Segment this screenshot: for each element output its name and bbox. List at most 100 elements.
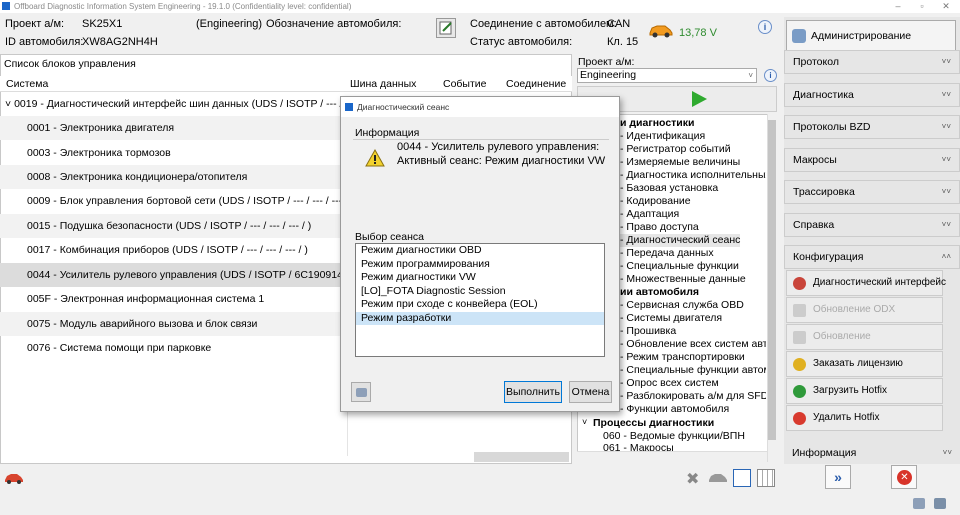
dialog-title: Диагностический сеанс [357, 102, 450, 112]
table-row[interactable]: 0001 - Электроника двигателя [0, 116, 347, 140]
session-option[interactable]: [LO]_FOTA Diagnostic Session [356, 285, 604, 299]
connection-label: Соединение с автомобилем: [470, 18, 617, 30]
odx-update-button[interactable]: Обновление ODX [786, 297, 943, 323]
tree-item[interactable]: - Базовая установка [620, 182, 718, 195]
section-info[interactable]: Информация ˅˅ [784, 442, 960, 466]
load-hotfix-button[interactable]: Загрузить Hotfix [786, 378, 943, 404]
expand-icon[interactable]: ˅ [0, 98, 11, 110]
section-bzd-protocols[interactable]: Протоколы BZD ˅˅ [784, 115, 960, 139]
update-button[interactable]: Обновление [786, 324, 943, 350]
tree-item[interactable]: - Адаптация [620, 208, 679, 221]
tree-item[interactable]: - Разблокировать а/м для SFD [620, 390, 766, 403]
tree-item[interactable]: - Измеряемые величины [620, 156, 740, 169]
info-group-label: Информация [355, 127, 420, 139]
table-row[interactable]: 0008 - Электроника кондиционера/отопител… [0, 165, 347, 189]
tree-item[interactable]: - Множественные данные [620, 273, 746, 286]
status-value: Кл. 15 [607, 36, 639, 48]
info-icon[interactable]: i [758, 20, 772, 34]
table-row-selected[interactable]: 0044 - Усилитель рулевого управления (UD… [0, 263, 347, 287]
admin-button[interactable]: Администрирование [786, 20, 956, 52]
tools-icon[interactable]: ✖ [686, 469, 699, 489]
collapse-icon[interactable]: ˅ [582, 417, 587, 427]
session-option-selected[interactable]: Режим разработки [356, 311, 604, 325]
section-tracing[interactable]: Трассировка ˅˅ [784, 180, 960, 204]
maximize-button[interactable]: ▫ [912, 0, 932, 13]
table-row[interactable]: 0003 - Электроника тормозов [0, 141, 347, 165]
camera-icon[interactable] [913, 498, 925, 509]
tree-item-selected[interactable]: - Диагностический сеанс [620, 234, 741, 247]
table-row[interactable]: 0009 - Блок управления бортовой сети (UD… [0, 189, 347, 213]
car-status-icon[interactable] [4, 471, 24, 488]
section-configuration[interactable]: Конфигурация ˄˄ [784, 245, 960, 269]
section-protocol[interactable]: Протокол ˅˅ [784, 50, 960, 74]
grid-icon[interactable] [757, 469, 775, 487]
table-row[interactable]: 0076 - Система помощи при парковке [0, 336, 347, 360]
project-select[interactable]: Engineering ˅ [577, 68, 757, 83]
tree-item[interactable]: 061 - Макросы [603, 442, 753, 451]
tree-root-row[interactable]: ˅ 0019 - Диагностический интерфейс шин д… [0, 92, 347, 116]
session-listbox[interactable]: Режим диагностики OBD Режим программиров… [355, 243, 605, 357]
forward-button[interactable]: » [825, 465, 851, 489]
tree-item[interactable]: - Системы двигателя [620, 312, 722, 325]
checklist-icon[interactable] [733, 469, 751, 487]
edit-notes-button[interactable] [436, 18, 456, 38]
column-event[interactable]: Событие [443, 78, 487, 90]
settings-icon[interactable] [934, 498, 946, 509]
session-option[interactable]: Режим диагностики VW [356, 271, 604, 285]
tree-item[interactable]: - Режим транспортировки [620, 351, 745, 364]
tree-item[interactable]: - Диагностика исполнительных м [620, 169, 766, 182]
app-icon [2, 2, 10, 10]
section-label: Справка [793, 219, 835, 231]
minimize-button[interactable]: – [888, 0, 908, 13]
column-bus[interactable]: Шина данных [350, 78, 416, 90]
horizontal-scrollbar[interactable] [474, 452, 569, 462]
table-row[interactable]: 0017 - Комбинация приборов (UDS / ISOTP … [0, 238, 347, 262]
tree-group-processes[interactable]: Процессы диагностики [593, 416, 714, 430]
tree-item[interactable]: - Специальные функции [620, 260, 739, 273]
diag-interface-button[interactable]: Диагностический интерфейс [786, 270, 946, 296]
tree-item[interactable]: - Регистратор событий [620, 143, 731, 156]
tree-item[interactable]: - Кодирование [620, 195, 691, 208]
session-option[interactable]: Режим при сходе с конвейера (EOL) [356, 298, 604, 312]
globe-icon [793, 385, 806, 398]
screenshot-button[interactable] [351, 382, 371, 402]
section-help[interactable]: Справка ˅˅ [784, 213, 960, 237]
table-row[interactable]: 005F - Электронная информационная систем… [0, 287, 347, 311]
tree-item[interactable]: - Специальные функции автомо [620, 364, 766, 377]
horizontal-scrollbar[interactable] [577, 451, 767, 462]
tree-item[interactable]: - Обновление всех систем авто [620, 338, 766, 351]
delete-hotfix-button[interactable]: Удалить Hotfix [786, 405, 943, 431]
tree-group[interactable]: и диагностики [620, 117, 694, 130]
section-diagnostics[interactable]: Диагностика ˅˅ [784, 83, 960, 107]
tree-item[interactable]: - Сервисная служба OBD [620, 299, 744, 312]
execute-button[interactable]: Выполнить [504, 381, 562, 403]
camera-icon [356, 388, 367, 397]
close-window-button[interactable]: ✕ [936, 0, 956, 13]
section-macros[interactable]: Макросы ˅˅ [784, 148, 960, 172]
cancel-button[interactable]: Отмена [569, 381, 612, 403]
table-row[interactable]: 0015 - Подушка безопасности (UDS / ISOTP… [0, 214, 347, 238]
play-button[interactable] [690, 90, 708, 111]
tree-item[interactable]: - Прошивка [620, 325, 676, 338]
chevron-icon: ˅˅ [941, 122, 951, 131]
exit-button[interactable]: ✕ [891, 465, 917, 489]
section-label: Протоколы BZD [793, 121, 871, 133]
column-system[interactable]: Система [6, 78, 48, 90]
tree-item[interactable]: - Право доступа [620, 221, 699, 234]
info-icon[interactable]: i [764, 69, 777, 82]
tree-group[interactable]: ии автомобиля [620, 286, 699, 299]
tree-item[interactable]: - Идентификация [620, 130, 705, 143]
row-label: 0009 - Блок управления бортовой сети (UD… [27, 195, 347, 207]
column-connection[interactable]: Соединение [506, 78, 566, 90]
car-gray-icon[interactable] [708, 472, 728, 487]
order-license-button[interactable]: Заказать лицензию [786, 351, 943, 377]
project-label: Проект а/м: [5, 18, 65, 30]
tree-item[interactable]: - Функции автомобиля [620, 403, 729, 414]
tree-item[interactable]: - Опрос всех систем [620, 377, 719, 390]
table-row[interactable]: 0075 - Модуль аварийного вызова и блок с… [0, 312, 347, 336]
tree-item[interactable]: 060 - Ведомые функции/ВПН [603, 429, 745, 443]
session-option[interactable]: Режим диагностики OBD [356, 244, 604, 258]
session-option[interactable]: Режим программирования [356, 258, 604, 272]
tree-item[interactable]: - Передача данных [620, 247, 714, 260]
scrollbar-thumb[interactable] [768, 120, 776, 440]
